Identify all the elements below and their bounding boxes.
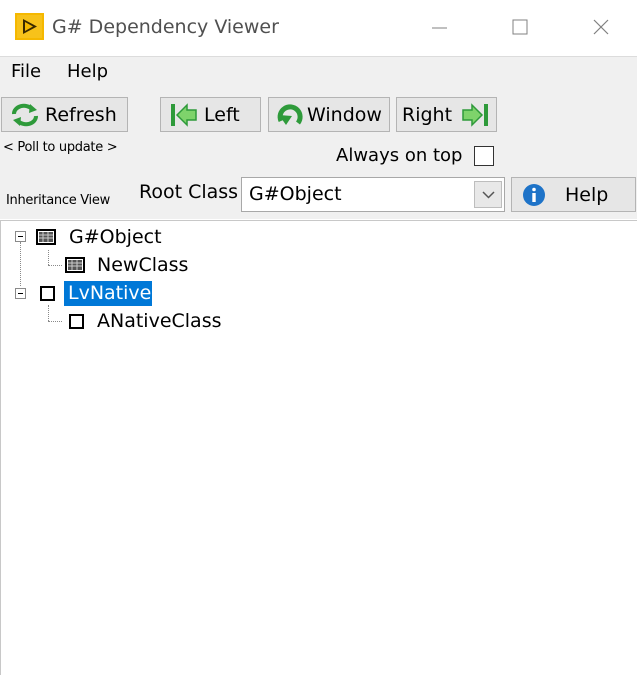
- root-class-value: G#Object: [249, 183, 342, 205]
- arrow-right-icon: [462, 103, 488, 127]
- tree-line: [48, 321, 62, 322]
- tree-node-anativeclass[interactable]: ANativeClass: [97, 310, 222, 332]
- native-class-icon: [69, 314, 84, 329]
- app-icon: [15, 13, 44, 40]
- inheritance-view-label: Inheritance View: [6, 193, 110, 208]
- refresh-label: Refresh: [45, 104, 117, 126]
- collapse-toggle[interactable]: [15, 231, 26, 242]
- chevron-down-icon: [482, 191, 495, 199]
- menu-help[interactable]: Help: [67, 61, 108, 82]
- always-on-top-checkbox[interactable]: [474, 146, 494, 166]
- gsharp-class-icon: [65, 257, 85, 273]
- left-button[interactable]: Left: [160, 97, 261, 132]
- info-icon: [523, 184, 545, 206]
- refresh-button[interactable]: Refresh: [1, 97, 128, 132]
- arrow-left-icon: [171, 103, 197, 127]
- help-button[interactable]: Help: [511, 177, 636, 212]
- right-label: Right: [402, 104, 453, 126]
- tree-line: [48, 250, 49, 265]
- window-rotate-icon: [277, 104, 303, 125]
- collapse-toggle[interactable]: [15, 288, 26, 299]
- menu-file[interactable]: File: [11, 61, 41, 82]
- help-label: Help: [565, 184, 609, 206]
- native-class-icon: [40, 286, 55, 301]
- gsharp-class-icon: [36, 229, 56, 245]
- tree-line: [20, 242, 21, 286]
- window-title: G# Dependency Viewer: [52, 16, 279, 38]
- minimize-icon[interactable]: [419, 8, 459, 46]
- window-label: Window: [307, 104, 382, 126]
- poll-hint: < Poll to update >: [3, 140, 118, 155]
- left-label: Left: [204, 104, 240, 126]
- refresh-icon: [12, 103, 38, 127]
- maximize-icon[interactable]: [500, 8, 540, 46]
- tree-node-gsharp-object[interactable]: G#Object: [69, 226, 162, 248]
- right-button[interactable]: Right: [396, 97, 497, 132]
- root-class-label: Root Class: [139, 181, 239, 203]
- tree-line: [48, 265, 62, 266]
- always-on-top-label: Always on top: [336, 145, 463, 166]
- dropdown-button[interactable]: [474, 181, 502, 208]
- tree-node-lvnative[interactable]: LvNative: [68, 282, 151, 304]
- tree-node-newclass[interactable]: NewClass: [97, 254, 188, 276]
- tree-line: [48, 305, 49, 321]
- window-button[interactable]: Window: [268, 97, 390, 132]
- close-icon[interactable]: [581, 8, 621, 46]
